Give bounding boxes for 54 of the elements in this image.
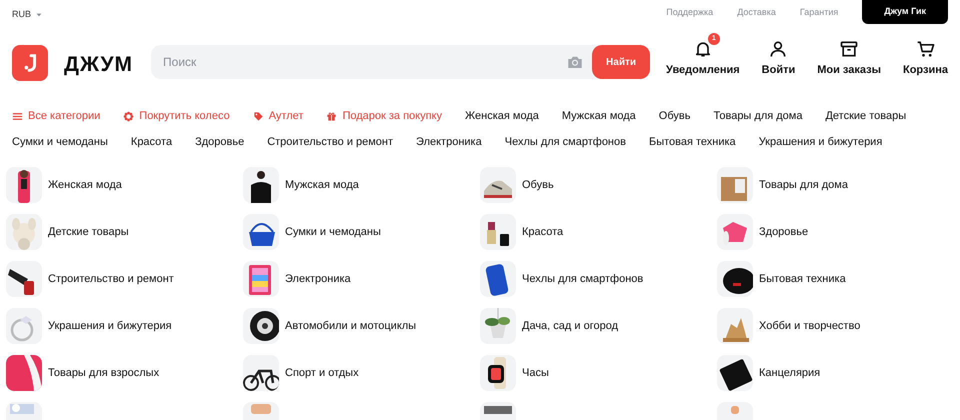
- flower-icon: [123, 110, 134, 122]
- cart-icon: [916, 39, 936, 59]
- caret-icon: [35, 10, 44, 19]
- logo-icon[interactable]: [12, 45, 48, 81]
- category-item[interactable]: Дача, сад и огород: [480, 308, 717, 344]
- category-item[interactable]: Товары для дома: [717, 167, 954, 203]
- category-link[interactable]: Украшения и бижутерия: [758, 134, 882, 150]
- category-link[interactable]: Строительство и ремонт: [267, 134, 394, 150]
- category-link[interactable]: Мужская мода: [562, 108, 636, 124]
- category-link[interactable]: Сумки и чемоданы: [12, 134, 108, 150]
- category-item[interactable]: Канцелярия: [717, 355, 954, 391]
- category-item[interactable]: Строительство и ремонт: [6, 261, 243, 297]
- menu-icon: [12, 110, 23, 122]
- category-item[interactable]: Здоровье: [717, 214, 954, 250]
- category-item[interactable]: Хобби и творчество: [717, 308, 954, 344]
- category-item[interactable]: Украшения и бижутерия: [6, 308, 243, 344]
- category-item[interactable]: Чехлы для смартфонов: [480, 261, 717, 297]
- box-icon: [839, 39, 860, 59]
- category-item[interactable]: Спорт и отдых: [243, 355, 480, 391]
- category-link[interactable]: Красота: [130, 134, 172, 150]
- category-item[interactable]: Бытовая техника: [717, 261, 954, 297]
- currency-selector[interactable]: RUB: [12, 8, 44, 22]
- person-icon: [768, 39, 788, 59]
- category-item[interactable]: Товары для взрослых: [6, 355, 243, 391]
- search-button[interactable]: Найти: [592, 45, 650, 79]
- category-item[interactable]: Электроника: [243, 261, 480, 297]
- geek-button[interactable]: Джум Гик: [862, 0, 948, 24]
- header-action[interactable]: Войти: [762, 32, 796, 78]
- category-link[interactable]: Обувь: [658, 108, 690, 124]
- category-item[interactable]: Часы: [480, 355, 717, 391]
- gift-icon: [326, 110, 338, 122]
- category-link[interactable]: Товары для дома: [714, 108, 802, 124]
- category-item[interactable]: Женская мода: [6, 167, 243, 203]
- category-link[interactable]: Бытовая техника: [648, 134, 736, 150]
- category-item[interactable]: Обувь: [480, 167, 717, 203]
- category-link[interactable]: Женская мода: [464, 108, 539, 124]
- category-link[interactable]: Детские товары: [825, 108, 906, 124]
- promo-link[interactable]: Подарок за покупку: [326, 108, 442, 124]
- category-item[interactable]: Сумки и чемоданы: [243, 214, 480, 250]
- tag-icon: [252, 110, 264, 122]
- category-link[interactable]: Здоровье: [195, 134, 244, 150]
- promo-link[interactable]: Аутлет: [252, 108, 304, 124]
- header-action[interactable]: Корзина: [903, 32, 948, 78]
- category-link[interactable]: Электроника: [416, 134, 482, 150]
- header-action[interactable]: Мои заказы: [817, 32, 881, 78]
- category-link[interactable]: Чехлы для смартфонов: [504, 134, 626, 150]
- category-item[interactable]: Красота: [480, 214, 717, 250]
- category-item[interactable]: Мужская мода: [243, 167, 480, 203]
- logo-text: ДЖУМ: [64, 52, 134, 78]
- promo-link[interactable]: Все категории: [12, 108, 100, 124]
- promo-link[interactable]: Покрутить колесо: [123, 108, 230, 124]
- category-item[interactable]: Детские товары: [6, 214, 243, 250]
- category-item[interactable]: Автомобили и мотоциклы: [243, 308, 480, 344]
- search-field[interactable]: Поиск Найти: [151, 45, 650, 79]
